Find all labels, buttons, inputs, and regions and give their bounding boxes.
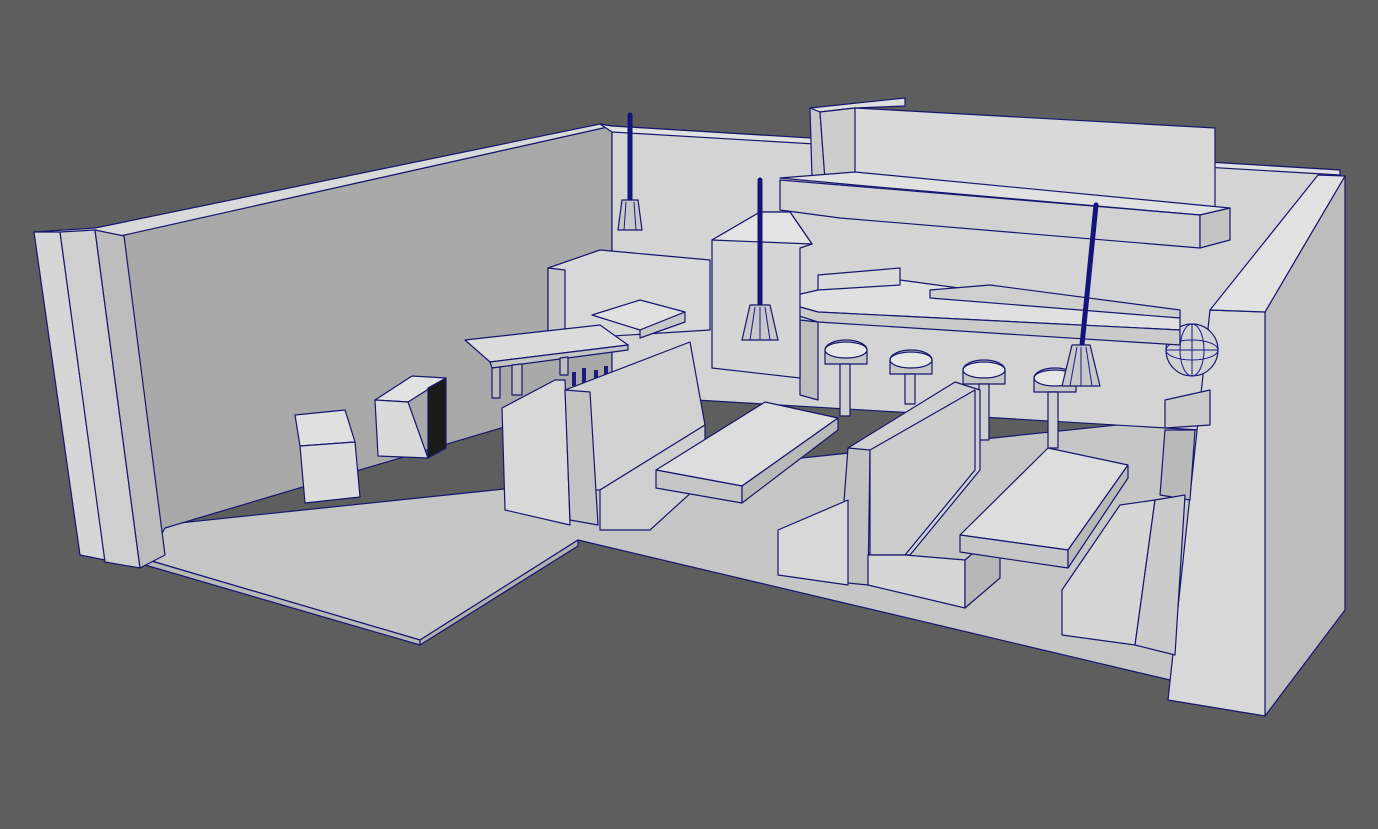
scene-canvas[interactable] (0, 0, 1378, 829)
3d-viewport[interactable] (0, 0, 1378, 829)
back-booth[interactable] (547, 249, 711, 341)
